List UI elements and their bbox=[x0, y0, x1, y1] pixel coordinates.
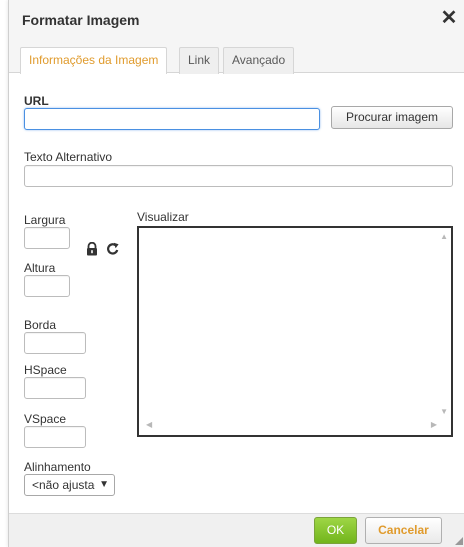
alt-text-label: Texto Alternativo bbox=[24, 150, 113, 164]
tab-advanced[interactable]: Avançado bbox=[223, 47, 295, 74]
lock-icon[interactable] bbox=[85, 242, 99, 256]
image-properties-dialog: Formatar Imagem ✕ Informações da Imagem … bbox=[8, 0, 464, 547]
height-input[interactable] bbox=[24, 275, 70, 297]
border-input[interactable] bbox=[24, 332, 86, 354]
tab-bar: Informações da Imagem Link Avançado bbox=[9, 40, 464, 74]
width-label: Largura bbox=[24, 213, 66, 227]
scroll-left-icon[interactable]: ◀ bbox=[146, 421, 152, 429]
height-label: Altura bbox=[24, 261, 56, 275]
resize-handle-icon[interactable] bbox=[455, 537, 463, 545]
hspace-input[interactable] bbox=[24, 377, 86, 399]
dialog-footer: OK Cancelar bbox=[9, 513, 464, 547]
scroll-up-icon[interactable]: ▲ bbox=[440, 233, 448, 241]
tab-link[interactable]: Link bbox=[179, 47, 220, 74]
tab-image-info[interactable]: Informações da Imagem bbox=[20, 47, 168, 74]
alt-text-input[interactable] bbox=[24, 165, 453, 187]
url-input[interactable] bbox=[24, 108, 320, 130]
hspace-label: HSpace bbox=[24, 363, 67, 377]
browse-image-button[interactable]: Procurar imagem bbox=[331, 106, 453, 129]
tab-content-image-info: URL Procurar imagem Texto Alternativo La… bbox=[9, 73, 464, 513]
vspace-label: VSpace bbox=[24, 412, 67, 426]
image-preview: ▲ ▼ ◀ ▶ bbox=[137, 226, 453, 437]
dialog-title: Formatar Imagem bbox=[22, 12, 140, 28]
dialog-titlebar[interactable]: Formatar Imagem ✕ bbox=[9, 0, 464, 40]
chevron-down-icon: ▼ bbox=[99, 479, 109, 490]
url-label: URL bbox=[24, 94, 49, 108]
preview-label: Visualizar bbox=[137, 210, 189, 224]
alignment-label: Alinhamento bbox=[24, 460, 91, 474]
vspace-input[interactable] bbox=[24, 426, 86, 448]
scroll-right-icon[interactable]: ▶ bbox=[431, 421, 437, 429]
alignment-value: <não ajustado> bbox=[32, 478, 95, 492]
reset-size-icon[interactable] bbox=[106, 242, 120, 256]
scroll-down-icon[interactable]: ▼ bbox=[440, 408, 448, 416]
ok-button[interactable]: OK bbox=[314, 517, 357, 544]
cancel-button[interactable]: Cancelar bbox=[365, 517, 442, 544]
width-input[interactable] bbox=[24, 227, 70, 249]
alignment-select[interactable]: <não ajustado> ▼ bbox=[24, 474, 115, 496]
border-label: Borda bbox=[24, 318, 57, 332]
close-icon[interactable]: ✕ bbox=[439, 8, 459, 28]
